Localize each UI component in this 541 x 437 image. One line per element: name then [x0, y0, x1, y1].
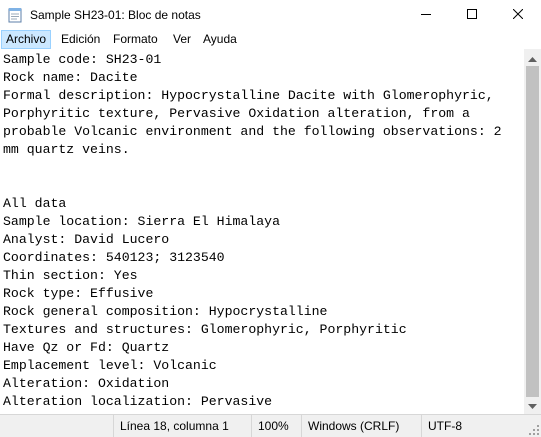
text-line: Textures and structures: Glomerophyric, …: [3, 322, 407, 337]
scrollbar-thumb[interactable]: [526, 66, 539, 397]
text-line: Thin section: Yes: [3, 268, 138, 283]
resize-grip-icon[interactable]: [528, 424, 540, 436]
text-line: Sample code: SH23-01: [3, 52, 162, 67]
text-line: Coordinates: 540123; 3123540: [3, 250, 225, 265]
menu-archivo[interactable]: Archivo: [1, 30, 52, 49]
text-line: probable Volcanic environment and the fo…: [3, 124, 502, 139]
cursor-position: Línea 18, columna 1: [113, 415, 229, 437]
scroll-up-arrow-icon: [528, 49, 537, 67]
menu-ver[interactable]: Ver: [169, 30, 195, 49]
scroll-down-arrow-icon: [528, 397, 537, 415]
scroll-up-button[interactable]: [524, 49, 541, 66]
close-button[interactable]: [495, 0, 541, 30]
text-line: Rock general composition: Hypocrystallin…: [3, 304, 328, 319]
menu-edicion[interactable]: Edición: [57, 30, 104, 49]
text-line: Have Qz or Fd: Quartz: [3, 340, 170, 355]
menu-formato[interactable]: Formato: [109, 30, 162, 49]
status-bar: Línea 18, columna 1 100% Windows (CRLF) …: [0, 414, 541, 437]
maximize-icon: [467, 6, 477, 24]
close-icon: [512, 6, 524, 24]
minimize-icon: [421, 6, 431, 24]
text-line: Alteration localization: Pervasive: [3, 394, 273, 409]
line-endings: Windows (CRLF): [301, 415, 399, 437]
menu-ayuda[interactable]: Ayuda: [199, 30, 241, 49]
text-line: Sample location: Sierra El Himalaya: [3, 214, 280, 229]
title-bar[interactable]: Sample SH23-01: Bloc de notas: [0, 0, 541, 30]
zoom-level: 100%: [251, 415, 289, 437]
text-line: Emplacement level: Volcanic: [3, 358, 217, 373]
notepad-icon: [8, 7, 22, 23]
maximize-button[interactable]: [449, 0, 495, 30]
minimize-button[interactable]: [403, 0, 449, 30]
encoding: UTF-8: [421, 415, 462, 437]
text-line: Alteration: Oxidation: [3, 376, 170, 391]
scroll-down-button[interactable]: [524, 397, 541, 414]
text-line: Porphyritic texture, Pervasive Oxidation…: [3, 106, 470, 121]
text-editor[interactable]: Sample code: SH23-01 Rock name: Dacite F…: [0, 49, 524, 414]
window-title: Sample SH23-01: Bloc de notas: [30, 8, 201, 22]
text-line: Rock name: Dacite: [3, 70, 138, 85]
text-line: Formal description: Hypocrystalline Daci…: [3, 88, 494, 103]
vertical-scrollbar[interactable]: [524, 49, 541, 414]
text-line: Rock type: Effusive: [3, 286, 154, 301]
text-line: Analyst: David Lucero: [3, 232, 170, 247]
text-line: mm quartz veins.: [3, 142, 130, 157]
text-line: All data: [3, 196, 67, 211]
menu-bar: Archivo Edición Formato Ver Ayuda: [0, 30, 541, 49]
